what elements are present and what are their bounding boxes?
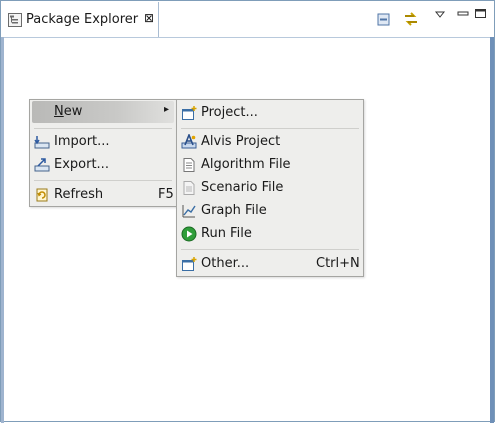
menu-item-alvis-project[interactable]: Alvis Project xyxy=(179,131,361,153)
view-tab-bar: Package Explorer ⊠ xyxy=(1,1,494,38)
menu-item-other[interactable]: Other... Ctrl+N xyxy=(179,253,361,275)
menu-item-label: New xyxy=(54,104,83,119)
menu-separator xyxy=(34,128,172,129)
new-project-icon xyxy=(181,105,197,121)
menu-item-label: Project... xyxy=(201,105,258,120)
tab-title: Package Explorer xyxy=(26,12,139,27)
menu-item-label: Refresh xyxy=(54,187,104,202)
menu-item-label: Export... xyxy=(54,157,109,172)
menu-item-import[interactable]: Import... xyxy=(32,131,174,153)
import-icon xyxy=(34,134,50,150)
link-with-editor-icon[interactable] xyxy=(402,10,420,28)
run-file-icon xyxy=(181,226,197,242)
menu-item-export[interactable]: Export... xyxy=(32,154,174,176)
menu-item-shortcut: F5 xyxy=(158,187,174,202)
package-explorer-icon xyxy=(8,13,22,27)
menu-item-project[interactable]: Project... xyxy=(179,102,361,124)
menu-item-shortcut: Ctrl+N xyxy=(316,256,360,271)
menu-item-new[interactable]: New ▸ xyxy=(32,101,174,123)
menu-separator xyxy=(181,128,359,129)
menu-item-label: Scenario File xyxy=(201,180,284,195)
menu-item-refresh[interactable]: Refresh F5 xyxy=(32,184,174,206)
view-left-border xyxy=(1,37,4,423)
new-submenu: Project... Alvis Project Algorithm File xyxy=(176,99,364,277)
scenario-file-icon xyxy=(181,180,197,196)
context-menu: New ▸ Import... Export... Refresh F5 xyxy=(29,99,177,207)
close-icon[interactable]: ⊠ xyxy=(142,11,156,25)
mnemonic-n: N xyxy=(54,104,64,119)
collapse-all-icon[interactable] xyxy=(375,10,393,28)
maximize-icon[interactable] xyxy=(474,8,492,26)
new-other-icon xyxy=(181,256,197,272)
menu-item-scenario-file[interactable]: Scenario File xyxy=(179,177,361,199)
menu-item-label: Import... xyxy=(54,134,110,149)
alvis-project-icon xyxy=(181,132,197,150)
export-icon xyxy=(34,157,50,173)
menu-item-label: Algorithm File xyxy=(201,157,291,172)
view-right-border xyxy=(490,37,494,423)
menu-item-label: Alvis Project xyxy=(201,134,281,149)
view-menu-icon[interactable] xyxy=(433,9,451,27)
menu-item-label: Graph File xyxy=(201,203,267,218)
submenu-arrow-icon: ▸ xyxy=(164,104,170,115)
refresh-icon xyxy=(34,187,50,203)
menu-item-run-file[interactable]: Run File xyxy=(179,223,361,245)
menu-item-graph-file[interactable]: Graph File xyxy=(179,200,361,222)
tab-package-explorer[interactable]: Package Explorer ⊠ xyxy=(2,2,159,37)
menu-separator xyxy=(34,180,172,181)
menu-item-algorithm-file[interactable]: Algorithm File xyxy=(179,154,361,176)
algorithm-file-icon xyxy=(181,157,197,173)
menu-item-label: Other... xyxy=(201,256,250,271)
menu-separator xyxy=(181,249,359,250)
graph-file-icon xyxy=(181,203,197,219)
menu-item-label: Run File xyxy=(201,226,252,241)
minimize-icon[interactable] xyxy=(456,8,474,26)
